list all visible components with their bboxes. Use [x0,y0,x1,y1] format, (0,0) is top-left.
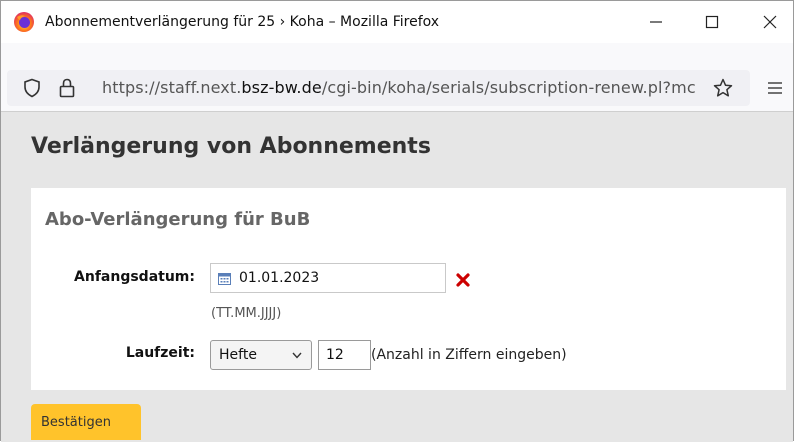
duration-unit-value: Hefte [219,347,257,363]
duration-number-value: 12 [326,347,344,363]
shield-icon[interactable] [23,78,41,98]
submit-button[interactable]: Bestätigen [31,404,141,440]
duration-number-input[interactable]: 12 [318,340,371,370]
maximize-icon [705,15,719,29]
start-date-label: Anfangsdatum: [74,269,195,285]
lock-icon[interactable] [59,78,75,98]
bookmark-star-icon[interactable] [713,78,733,98]
url-text[interactable]: https://staff.next.bsz-bw.de/cgi-bin/koh… [102,78,696,97]
navigation-bar: https://staff.next.bsz-bw.de/cgi-bin/koh… [1,43,793,111]
clear-date-icon[interactable] [456,273,470,287]
url-suffix: /cgi-bin/koha/serials/subscription-renew… [321,78,696,97]
browser-window: Abonnementverlängerung für 25 › Koha – M… [0,0,794,442]
close-button[interactable] [747,1,793,43]
duration-unit-select[interactable]: Hefte [210,340,312,370]
minimize-button[interactable] [633,1,679,43]
renew-form-panel: Abo-Verlängerung für BuB Anfangsdatum: 0… [31,188,786,390]
page-content: Verlängerung von Abonnements Abo-Verläng… [1,111,793,442]
url-domain: bsz-bw.de [241,78,322,97]
date-format-hint: (TT.MM.JJJJ) [211,306,282,321]
start-date-value: 01.01.2023 [239,270,320,286]
url-bar[interactable]: https://staff.next.bsz-bw.de/cgi-bin/koh… [7,70,750,106]
page-title: Verlängerung von Abonnements [31,134,431,159]
close-icon [763,15,777,29]
minimize-icon [650,21,662,23]
calendar-icon[interactable] [218,272,231,285]
duration-label: Laufzeit: [125,345,195,361]
duration-hint: (Anzahl in Ziffern eingeben) [371,347,567,363]
panel-title: Abo-Verlängerung für BuB [45,209,311,230]
window-title: Abonnementverlängerung für 25 › Koha – M… [45,14,440,30]
url-prefix: https://staff.next. [102,78,242,97]
firefox-logo-icon [14,12,34,32]
title-bar: Abonnementverlängerung für 25 › Koha – M… [1,1,793,43]
submit-label: Bestätigen [41,415,111,430]
maximize-button[interactable] [689,1,735,43]
start-date-input[interactable]: 01.01.2023 [210,263,446,293]
chevron-down-icon [292,352,302,359]
menu-icon[interactable] [767,81,783,95]
